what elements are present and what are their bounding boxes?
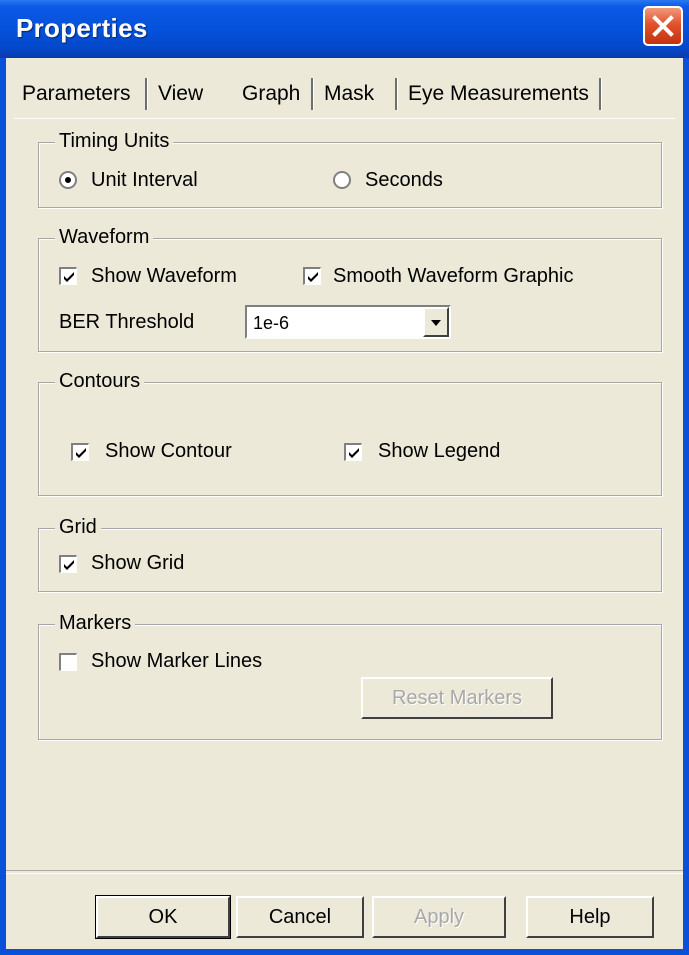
contours-legend: Contours: [55, 370, 145, 393]
tab-eye-measurements[interactable]: Eye Measurements: [408, 82, 589, 106]
tab-separator: [145, 78, 148, 110]
tab-separator: [311, 78, 314, 110]
contours-group: Contours Show Contour Show Legend: [38, 370, 662, 496]
timing-units-legend: Timing Units: [55, 130, 174, 153]
tab-graph[interactable]: Graph: [242, 82, 300, 106]
properties-window: Properties Parameters View Graph Mask Ey…: [0, 0, 689, 955]
show-marker-lines-checkbox[interactable]: [59, 653, 77, 671]
tab-mask[interactable]: Mask: [324, 82, 374, 106]
timing-units-group: Timing Units Unit Interval Seconds: [38, 130, 662, 208]
show-waveform-checkbox[interactable]: [59, 267, 77, 285]
check-icon: [64, 272, 74, 282]
tab-parameters[interactable]: Parameters: [22, 82, 131, 106]
reset-markers-button[interactable]: Reset Markers: [361, 677, 553, 719]
show-contour-label: Show Contour: [105, 440, 232, 462]
show-legend-label: Show Legend: [378, 440, 501, 462]
check-icon: [64, 560, 74, 570]
markers-legend: Markers: [55, 612, 136, 635]
help-button[interactable]: Help: [526, 896, 654, 938]
tab-panel-border: [14, 118, 675, 119]
close-button[interactable]: [643, 6, 683, 46]
tab-separator: [599, 78, 602, 110]
ber-threshold-label: BER Threshold: [59, 311, 195, 333]
apply-button[interactable]: Apply: [372, 896, 506, 938]
dialog-body: Parameters View Graph Mask Eye Measureme…: [6, 58, 683, 949]
smooth-waveform-label: Smooth Waveform Graphic: [333, 265, 574, 287]
title-bar[interactable]: Properties: [0, 0, 689, 58]
check-icon: [76, 448, 86, 458]
window-title: Properties: [16, 13, 148, 43]
ber-threshold-value: 1e-6: [253, 313, 290, 333]
show-contour-checkbox[interactable]: [71, 443, 89, 461]
smooth-waveform-checkbox[interactable]: [303, 267, 321, 285]
seconds-radio[interactable]: [333, 171, 351, 189]
unit-interval-label: Unit Interval: [91, 169, 198, 191]
markers-group: Markers Show Marker Lines Reset Markers: [38, 612, 662, 740]
show-grid-checkbox[interactable]: [59, 555, 77, 573]
cancel-button[interactable]: Cancel: [236, 896, 364, 938]
grid-group: Grid Show Grid: [38, 516, 662, 592]
seconds-label: Seconds: [365, 169, 443, 191]
unit-interval-radio[interactable]: [59, 171, 77, 189]
show-grid-label: Show Grid: [91, 552, 185, 574]
close-icon: [652, 15, 674, 37]
show-marker-lines-label: Show Marker Lines: [91, 650, 263, 672]
footer-divider: [6, 870, 683, 874]
show-legend-checkbox[interactable]: [344, 443, 362, 461]
ok-button[interactable]: OK: [95, 895, 231, 939]
waveform-legend: Waveform: [55, 226, 154, 249]
waveform-group: Waveform Show Waveform Smooth Waveform G…: [38, 226, 662, 352]
ber-threshold-select[interactable]: 1e-6: [245, 305, 451, 339]
chevron-down-icon: [431, 320, 441, 326]
tab-view[interactable]: View: [158, 82, 203, 106]
ber-threshold-dropdown-button[interactable]: [423, 307, 449, 337]
grid-legend: Grid: [55, 516, 101, 539]
tab-separator: [395, 78, 398, 110]
check-icon: [308, 272, 318, 282]
check-icon: [349, 448, 359, 458]
show-waveform-label: Show Waveform: [91, 265, 237, 287]
